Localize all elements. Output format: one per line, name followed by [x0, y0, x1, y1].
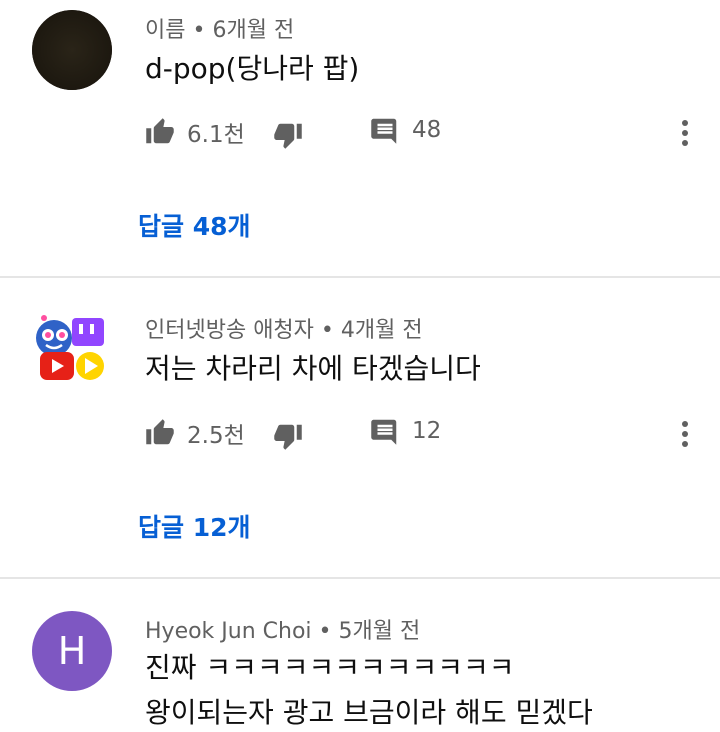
thumbs-down-icon: [274, 123, 302, 149]
more-vert-icon: [682, 120, 688, 146]
comment-3: H Hyeok Jun Choi • 5개월 전 진짜 ㅋㅋㅋㅋㅋㅋㅋㅋㅋㅋㅋㅋ…: [0, 579, 720, 732]
like-count: 6.1천: [187, 122, 245, 148]
comment-meta: 인터넷방송 애청자 • 4개월 전: [145, 312, 423, 344]
separator-dot: •: [320, 318, 334, 343]
comment-2: 인터넷방송 애청자 • 4개월 전 저는 차라리 차에 타겠습니다 2.5천 1…: [0, 278, 720, 578]
more-vert-icon: [682, 421, 688, 447]
avatar[interactable]: [32, 308, 112, 388]
thumbs-up-icon: [146, 419, 174, 445]
view-replies-link[interactable]: 답글 12개: [138, 508, 251, 544]
view-replies-link[interactable]: 답글 48개: [138, 207, 251, 243]
more-options-button[interactable]: [670, 414, 700, 454]
comment-icon: [371, 419, 397, 445]
reply-button[interactable]: 48: [370, 115, 441, 145]
avatar-letter: H: [57, 629, 87, 673]
reply-count: 12: [412, 418, 442, 444]
comment-text: 저는 차라리 차에 타겠습니다: [145, 352, 481, 385]
separator-dot: •: [318, 619, 332, 644]
comment-time: 6개월 전: [212, 18, 295, 43]
like-button[interactable]: 6.1천: [145, 115, 245, 149]
comment-1: 이름 • 6개월 전 d-pop(당나라 팝) 6.1천 48 답글 48개: [0, 0, 720, 278]
comment-icon: [371, 118, 397, 144]
dislike-button[interactable]: [273, 421, 303, 451]
author-name[interactable]: 인터넷방송 애청자: [145, 318, 314, 343]
separator-dot: •: [192, 18, 206, 43]
author-name[interactable]: 이름: [145, 18, 185, 43]
comment-time: 4개월 전: [340, 318, 423, 343]
author-name[interactable]: Hyeok Jun Choi: [145, 619, 312, 644]
dislike-button[interactable]: [273, 120, 303, 150]
comment-text-line-1: 진짜 ㅋㅋㅋㅋㅋㅋㅋㅋㅋㅋㅋㅋ: [145, 651, 515, 684]
avatar[interactable]: H: [32, 611, 112, 691]
reply-button[interactable]: 12: [370, 416, 441, 446]
comment-time: 5개월 전: [338, 619, 421, 644]
comment-meta: 이름 • 6개월 전: [145, 12, 294, 44]
comment-meta: Hyeok Jun Choi • 5개월 전: [145, 613, 420, 645]
reply-count: 48: [412, 117, 442, 143]
like-button[interactable]: 2.5천: [145, 416, 245, 450]
channel-logo-icon: [36, 315, 104, 380]
comment-text: d-pop(당나라 팝): [145, 52, 360, 85]
thumbs-down-icon: [274, 424, 302, 450]
more-options-button[interactable]: [670, 113, 700, 153]
avatar[interactable]: [32, 10, 112, 90]
thumbs-up-icon: [146, 118, 174, 144]
like-count: 2.5천: [187, 423, 245, 449]
comment-text-line-2: 왕이되는자 광고 브금이라 해도 믿겠다: [145, 696, 593, 729]
